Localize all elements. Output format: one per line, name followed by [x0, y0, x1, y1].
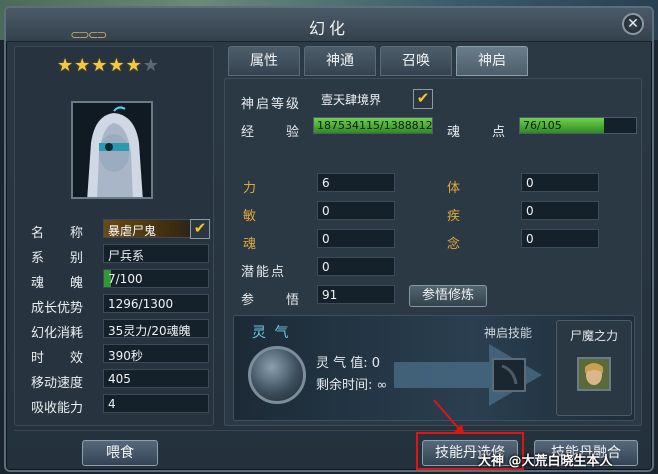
attr-value: 1296/1300	[103, 294, 209, 313]
star-rating: ★★★★★★	[57, 55, 160, 76]
spirit-title: 灵 气	[252, 325, 291, 341]
attr-label: 名 称	[31, 226, 84, 241]
remaining-time-value: ∞	[376, 378, 388, 393]
canwu-value: 91	[317, 285, 395, 304]
soul-point-bar: 76/105	[519, 117, 637, 134]
exp-progress-bar: 187534115/138881255	[313, 117, 433, 134]
stat-value-mind: 0	[521, 229, 599, 248]
stat-label-swift: 疾	[447, 209, 461, 224]
soul-progress-bar: 7/100	[103, 269, 209, 288]
attr-label: 吸收能力	[31, 401, 84, 416]
attr-value: 35灵力/20魂魄	[103, 319, 209, 338]
stat-value-agility: 0	[317, 201, 395, 220]
canwu-train-button[interactable]: 参悟修炼	[409, 285, 487, 307]
exp-label: 经 验	[241, 125, 302, 140]
pet-name-field: 暴虐尸鬼 ✔	[103, 219, 210, 239]
close-button[interactable]: ✕	[622, 13, 644, 35]
spirit-orb-button[interactable]	[248, 346, 306, 404]
pet-portrait	[71, 101, 153, 199]
spirit-panel: 灵 气 灵 气 值: 0 剩余时间: ∞ 神启技能 尸魔之力	[233, 315, 635, 421]
potential-label: 潜能点	[241, 265, 287, 280]
spirit-value-label: 灵 气 值: 0	[316, 352, 380, 371]
feed-button[interactable]: 喂食	[82, 440, 158, 466]
star-icon: ★	[74, 55, 92, 76]
checkmark-icon[interactable]: ✔	[413, 89, 433, 109]
attr-value: 405	[103, 369, 209, 388]
attr-row-absorb: 吸收能力 4	[21, 394, 211, 416]
attr-label: 移动速度	[31, 376, 84, 391]
ghost-portrait-icon	[73, 103, 151, 197]
divine-revelation-panel: 神启等级 壹天肆境界 ✔ 经 验 187534115/138881255 魂 点…	[224, 78, 642, 426]
stat-value-body: 0	[521, 173, 599, 192]
soul-progress-text: 7/100	[108, 272, 143, 286]
revelation-skill-slot[interactable]	[492, 358, 526, 392]
attr-label: 系 别	[31, 251, 84, 266]
corpse-power-label: 尸魔之力	[569, 329, 618, 343]
remaining-time-caption: 剩余时间:	[316, 378, 373, 393]
stat-label-mind: 念	[447, 237, 461, 252]
stat-label-soul: 魂	[243, 237, 257, 252]
spirit-value-caption: 灵 气 值:	[316, 356, 368, 371]
tab-summon[interactable]: 召唤	[380, 46, 452, 76]
stat-value-soul: 0	[317, 229, 395, 248]
remaining-time-label: 剩余时间: ∞	[316, 374, 387, 393]
star-empty-icon: ★	[142, 55, 160, 76]
attr-label: 幻化消耗	[31, 326, 84, 341]
tab-divine-revelation[interactable]: 神启	[456, 46, 528, 76]
attr-value: 尸兵系	[103, 244, 209, 263]
star-icon: ★	[125, 55, 143, 76]
star-icon: ★	[91, 55, 109, 76]
corpse-power-icon[interactable]	[577, 357, 611, 391]
attr-label: 时 效	[31, 351, 84, 366]
corpse-power-box: 尸魔之力	[556, 320, 632, 416]
stat-label-agility: 敏	[243, 209, 257, 224]
exp-progress-text: 187534115/138881255	[317, 119, 433, 132]
star-icon: ★	[57, 55, 75, 76]
chain-icon: ⊂⊃⊂⊃	[70, 28, 108, 43]
attr-row-cost: 幻化消耗 35灵力/20魂魄	[21, 319, 211, 341]
attr-row-speed: 移动速度 405	[21, 369, 211, 391]
star-icon: ★	[108, 55, 126, 76]
stat-value-strength: 6	[317, 173, 395, 192]
potential-value: 0	[317, 257, 395, 276]
skill-slot-icon	[501, 364, 518, 385]
canwu-label: 参 悟	[241, 293, 302, 308]
divider	[14, 430, 640, 431]
attr-row-growth: 成长优势 1296/1300	[21, 294, 211, 316]
attr-value: 390秒	[103, 344, 209, 363]
face-icon	[579, 359, 609, 389]
attr-label: 魂 魄	[31, 276, 84, 291]
checkmark-icon[interactable]: ✔	[190, 219, 210, 239]
attr-row-duration: 时 效 390秒	[21, 344, 211, 366]
attr-label: 成长优势	[31, 301, 84, 316]
tab-divine-power[interactable]: 神通	[304, 46, 376, 76]
level-label: 神启等级	[241, 97, 302, 112]
watermark: 大神 @大荒白晓生本人	[478, 454, 613, 469]
attr-row-soul: 魂 魄 7/100	[21, 269, 211, 291]
attribute-list: 名 称 暴虐尸鬼 ✔ 系 别 尸兵系 魂 魄 7/100 成长优势 1296/1…	[21, 219, 211, 419]
revelation-skill-label: 神启技能	[484, 326, 533, 340]
attr-value: 4	[103, 394, 209, 413]
stat-label-strength: 力	[243, 181, 257, 196]
attr-row-type: 系 别 尸兵系	[21, 244, 211, 266]
soul-point-label: 魂 点	[447, 125, 508, 140]
stat-value-swift: 0	[521, 201, 599, 220]
soul-point-text: 76/105	[523, 119, 562, 132]
attr-row-name: 名 称 暴虐尸鬼 ✔	[21, 219, 211, 241]
pet-name-value: 暴虐尸鬼	[108, 224, 157, 238]
spirit-value: 0	[371, 356, 381, 371]
close-icon: ✕	[627, 16, 639, 32]
stat-label-body: 体	[447, 181, 461, 196]
tab-attributes[interactable]: 属性	[228, 46, 300, 76]
pet-info-panel: ★★★★★★ 名 称 暴虐尸鬼 ✔ 系 别 尸兵系 魂 魄 7/100 成长优势…	[14, 46, 214, 426]
